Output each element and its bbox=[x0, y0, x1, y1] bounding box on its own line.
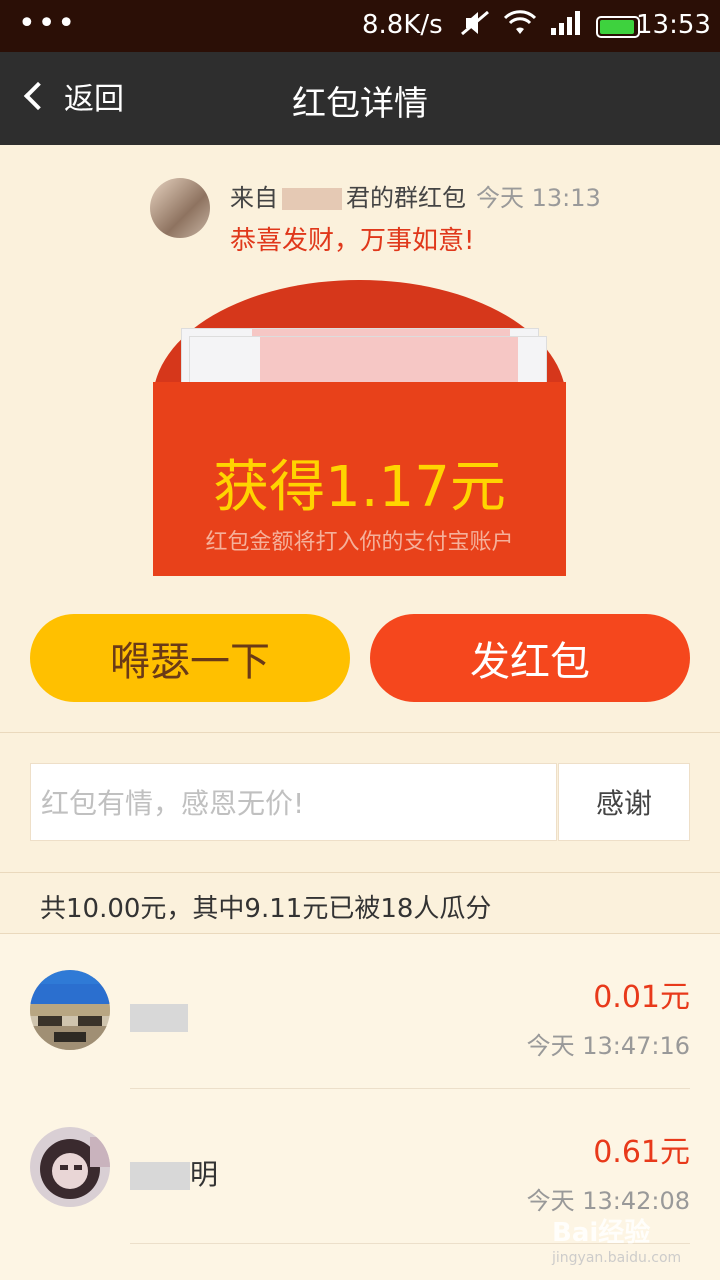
red-envelope: 获得1.17元 红包金额将打入你的支付宝账户 bbox=[153, 280, 566, 576]
watermark-url: jingyan.baidu.com bbox=[552, 1250, 682, 1266]
avatar bbox=[30, 970, 110, 1050]
member-name: 明 bbox=[130, 1153, 218, 1193]
network-speed: 8.8K/s bbox=[362, 10, 443, 40]
divider bbox=[0, 872, 720, 873]
sender-avatar[interactable] bbox=[150, 178, 210, 238]
list-item[interactable]: 0.01元 今天 13:47:16 bbox=[0, 950, 720, 1105]
amount-note: 红包金额将打入你的支付宝账户 bbox=[205, 530, 514, 555]
wifi-icon bbox=[503, 10, 537, 43]
thanks-button[interactable]: 感谢 bbox=[558, 763, 690, 841]
divider bbox=[0, 732, 720, 733]
show-off-button[interactable]: 嘚瑟一下 bbox=[30, 614, 350, 702]
clock: 13:53 bbox=[636, 10, 711, 40]
blurred-sender-name bbox=[282, 188, 342, 210]
mute-icon bbox=[460, 10, 490, 43]
member-time: 今天 13:47:16 bbox=[526, 1032, 690, 1060]
blurred-member-name bbox=[130, 1162, 190, 1190]
nav-bar: 返回 红包详情 bbox=[0, 52, 720, 145]
watermark-logo: Bai经验 bbox=[552, 1218, 651, 1248]
sent-time: 今天 13:13 bbox=[476, 184, 601, 212]
member-amount: 0.01元 bbox=[593, 980, 690, 1015]
row-divider bbox=[130, 1088, 690, 1089]
sender-line: 来自 君的群红包 今天 13:13 bbox=[230, 178, 601, 213]
member-amount: 0.61元 bbox=[593, 1135, 690, 1170]
battery-icon bbox=[596, 15, 640, 38]
envelope-body: 获得1.17元 红包金额将打入你的支付宝账户 bbox=[153, 382, 566, 576]
member-time: 今天 13:42:08 bbox=[526, 1187, 690, 1215]
from-suffix: 君的群红包 bbox=[346, 184, 466, 212]
from-prefix: 来自 bbox=[230, 184, 278, 212]
page-title: 红包详情 bbox=[292, 84, 428, 124]
member-name bbox=[130, 1000, 188, 1033]
received-amount: 获得1.17元 bbox=[213, 455, 506, 520]
status-dots: ••• bbox=[18, 6, 78, 41]
blessing-message: 恭喜发财，万事如意! bbox=[230, 226, 475, 256]
status-bar: ••• 8.8K/s 13:53 bbox=[0, 0, 720, 52]
distribution-summary: 共10.00元，其中9.11元已被18人瓜分 bbox=[40, 894, 492, 924]
avatar bbox=[30, 1127, 110, 1207]
thanks-input[interactable]: 红包有情，感恩无价! bbox=[30, 763, 557, 841]
signal-icon bbox=[550, 10, 582, 43]
blurred-member-name bbox=[130, 1004, 188, 1032]
send-red-packet-button[interactable]: 发红包 bbox=[370, 614, 690, 702]
